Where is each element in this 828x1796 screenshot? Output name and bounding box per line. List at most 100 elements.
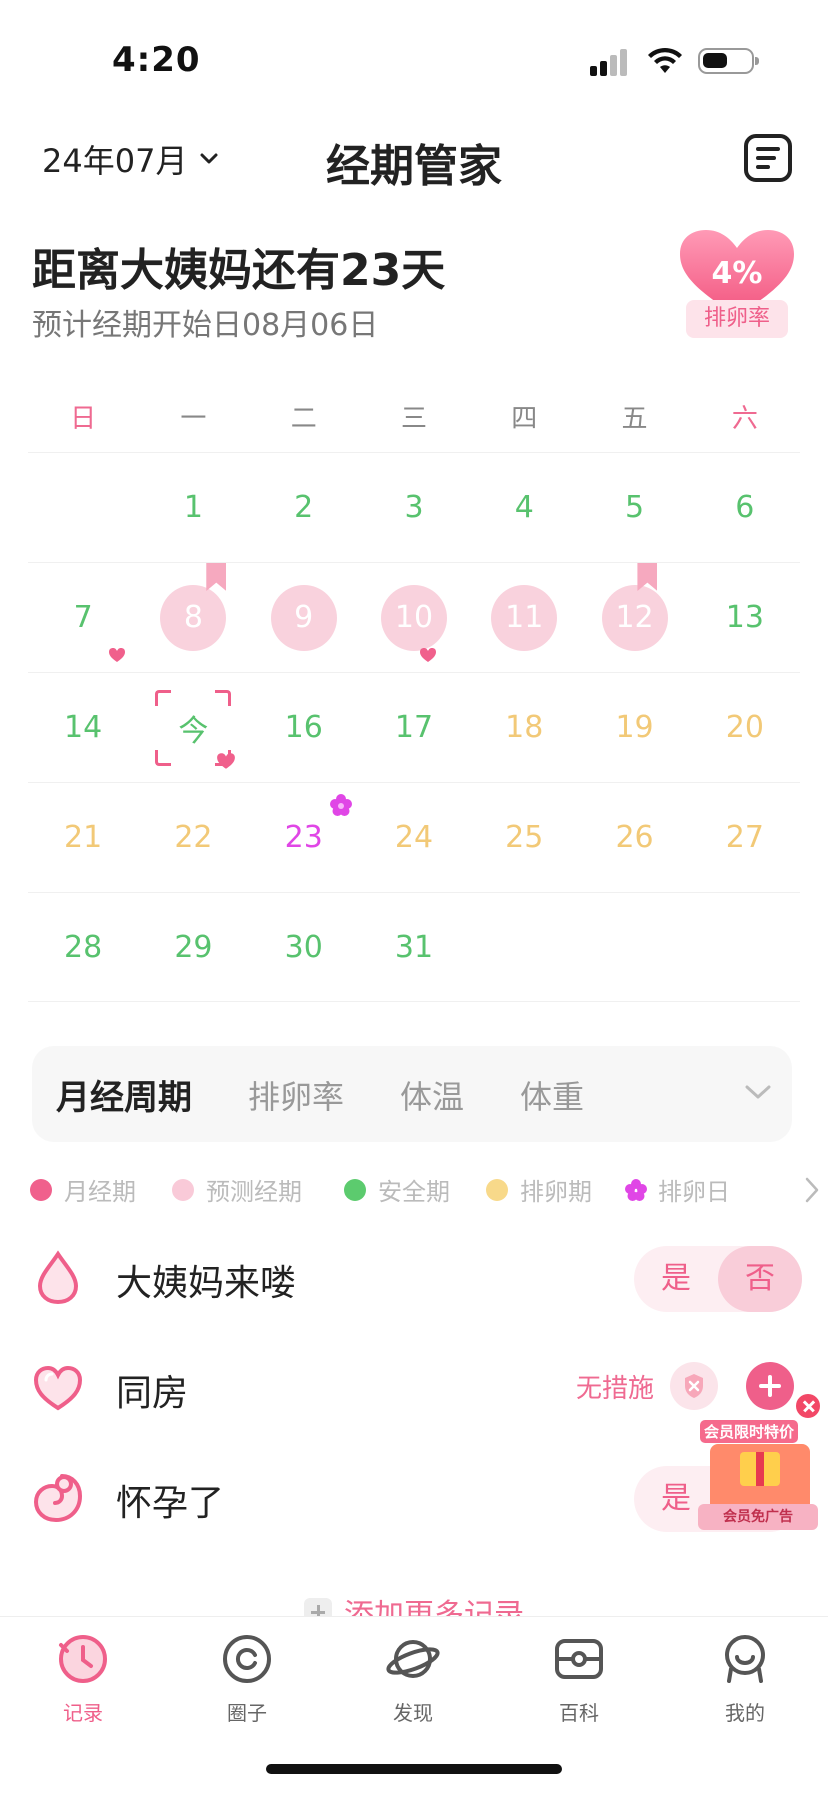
add-more-label: 添加更多记录 [344,1598,524,1616]
calendar-day[interactable]: 12 [579,563,689,672]
tab-ovulation-rate[interactable]: 排卵率 [248,1072,344,1118]
calendar-day[interactable]: 13 [690,563,800,672]
plus-icon [304,1598,332,1616]
calendar-day[interactable]: 1 [138,453,248,562]
drop-icon [37,1250,79,1305]
calendar-day[interactable]: 3 [359,453,469,562]
calendar-day[interactable]: 26 [579,783,689,892]
nav-record[interactable]: 记录 [28,1631,138,1726]
home-indicator[interactable] [266,1764,562,1774]
contraception-method[interactable]: 无措施 [576,1368,654,1405]
weekday-wed: 三 [400,404,427,434]
fetus-icon [33,1474,83,1523]
status-time: 4:20 [112,40,201,80]
calendar-day[interactable]: 11 [469,563,579,672]
notes-icon-line [756,165,770,169]
calendar-day[interactable]: 4 [469,453,579,562]
calendar-day-empty [28,453,138,562]
flower-icon [625,1178,647,1201]
chevron-right-icon[interactable] [804,1176,820,1204]
chevron-down-icon[interactable] [744,1082,772,1102]
legend-item: 月经期 [30,1172,136,1207]
vip-promo-widget[interactable]: 会员限时特价 会员免广告 [696,1392,822,1532]
close-icon[interactable] [794,1392,822,1420]
tab-weight[interactable]: 体重 [520,1072,584,1118]
calendar-week: 21 22 23 24 25 26 27 [28,782,800,892]
calendar-day[interactable]: 16 [249,673,359,782]
vip-promo-tag: 会员免广告 [698,1504,818,1530]
planet-icon [386,1640,440,1678]
cellular-signal-icon [590,48,632,76]
calendar-legend: 月经期 预测经期 安全期 排卵期 排卵日 [30,1172,820,1208]
calendar-day[interactable]: 2 [249,453,359,562]
weekday-sun: 日 [70,404,97,434]
weekday-mon: 一 [180,404,207,434]
ovulation-rate-badge[interactable]: 4% 排卵率 [676,228,798,348]
calendar-day[interactable]: 24 [359,783,469,892]
tab-cycle[interactable]: 月经周期 [56,1070,192,1119]
record-label: 同房 [116,1373,189,1414]
notes-button[interactable] [744,134,792,182]
legend-dot [344,1178,366,1201]
calendar-day[interactable]: 7 [28,563,138,672]
calendar-grid: 1 2 3 4 5 6 7 8 9 10 11 12 13 14 今 16 17… [28,452,800,1002]
add-more-records[interactable]: 添加更多记录 [0,1586,828,1616]
record-label: 大姨妈来喽 [116,1263,297,1304]
legend-label: 月经期 [64,1178,136,1206]
nav-label: 百科 [559,1701,599,1725]
calendar-day[interactable]: 19 [579,673,689,782]
calendar-day[interactable]: 8 [138,563,248,672]
calendar-day[interactable]: 18 [469,673,579,782]
flower-icon [329,794,352,816]
nav-label: 发现 [393,1701,433,1725]
heart-marker-icon [217,753,236,769]
calendar-day[interactable]: 25 [469,783,579,892]
legend-item: 预测经期 [172,1172,302,1207]
calendar-day[interactable]: 10 [359,563,469,672]
calendar-day[interactable]: 31 [359,893,469,1001]
today-label: 今 [178,713,209,749]
record-label: 怀孕了 [116,1483,225,1524]
nav-mine[interactable]: 我的 [690,1631,800,1726]
calendar-day-empty [469,893,579,1001]
calendar-day[interactable]: 27 [690,783,800,892]
clock-icon [59,1635,107,1683]
calendar-day[interactable]: 21 [28,783,138,892]
circle-community-icon [223,1635,271,1683]
calendar-day-ovulation[interactable]: 23 [249,783,359,892]
app-header: 24年07月 经期管家 [0,120,828,200]
nav-circle[interactable]: 圈子 [192,1631,302,1726]
calendar-day[interactable]: 28 [28,893,138,1001]
nav-discover[interactable]: 发现 [358,1631,468,1726]
legend-item: 排卵期 [486,1172,592,1207]
legend-dot [172,1178,194,1201]
legend-item: 排卵日 [624,1172,730,1207]
calendar-day[interactable]: 29 [138,893,248,1001]
calendar-weekday-header: 日 一 二 三 四 五 六 [28,398,800,454]
calendar-day[interactable]: 17 [359,673,469,782]
calendar-day[interactable]: 14 [28,673,138,782]
weekday-tue: 二 [290,404,317,434]
calendar-day[interactable]: 9 [249,563,359,672]
nav-encyclopedia[interactable]: 百科 [524,1631,634,1726]
tab-temperature[interactable]: 体温 [400,1072,464,1118]
bookmark-icon [206,563,227,591]
no-option[interactable]: 否 [718,1246,802,1312]
status-bar: 4:20 [0,0,828,110]
calendar-day[interactable]: 22 [138,783,248,892]
period-countdown: 距离大姨妈还有23天 [32,245,446,296]
calendar-day-today[interactable]: 今 [138,673,248,782]
calendar-day[interactable]: 5 [579,453,689,562]
calendar-week: 1 2 3 4 5 6 [28,452,800,562]
calendar-day[interactable]: 30 [249,893,359,1001]
book-icon [555,1639,603,1679]
record-intimacy: 同房 无措施 [32,1342,802,1432]
legend-label: 排卵期 [520,1178,592,1206]
legend-label: 预测经期 [206,1178,302,1206]
expected-start-date: 预计经期开始日08月06日 [32,308,379,343]
record-period: 大姨妈来喽 是 否 [32,1232,802,1322]
calendar-day[interactable]: 20 [690,673,800,782]
calendar-day[interactable]: 6 [690,453,800,562]
yes-option[interactable]: 是 [634,1246,718,1312]
calendar-day-empty [579,893,689,1001]
